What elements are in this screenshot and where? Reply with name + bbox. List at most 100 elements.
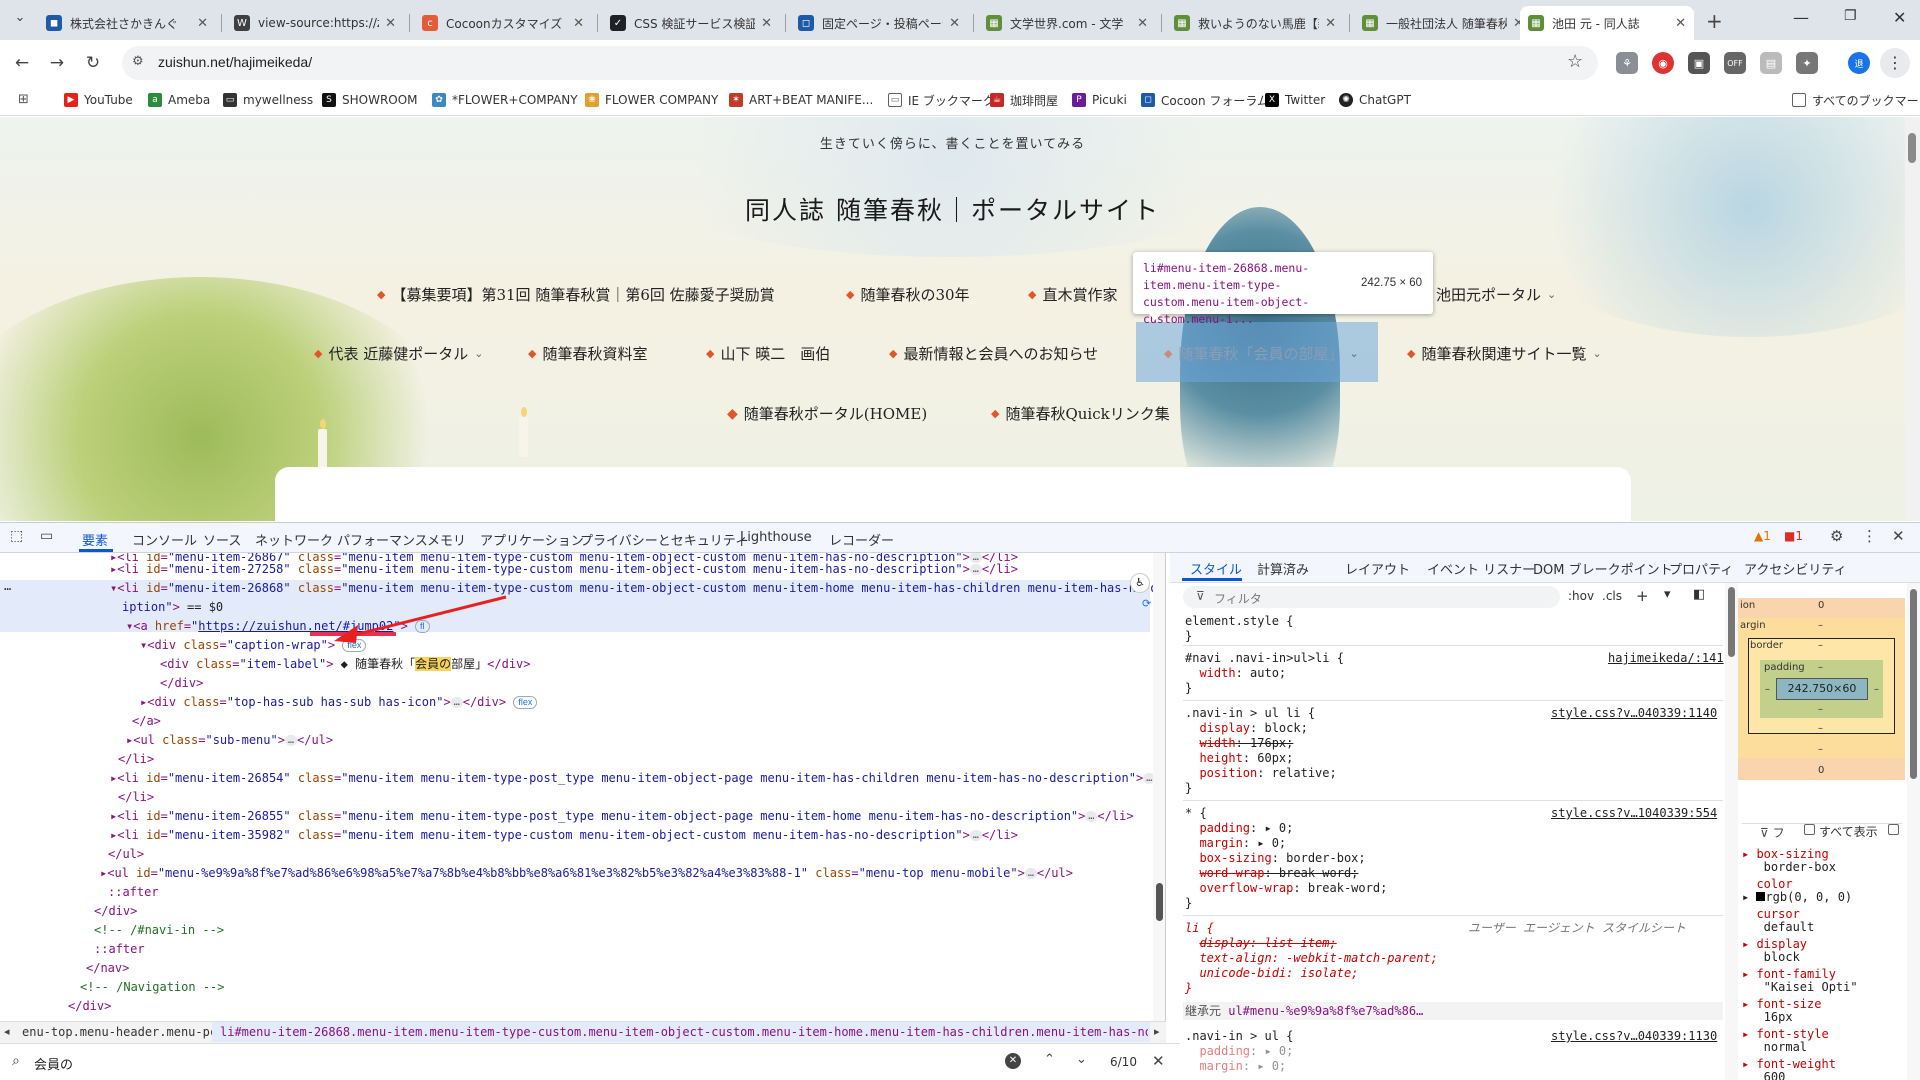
tree-node[interactable]: ▸<li id="menu-item-35982" class="menu-it… <box>110 826 1018 844</box>
computed-font-weight[interactable]: ▸ font-weight 600 <box>1742 1058 1836 1080</box>
scroll-thumb[interactable] <box>1910 589 1917 779</box>
styles-tab-listeners[interactable]: イベント リスナー <box>1427 559 1535 578</box>
restore-icon[interactable]: ❐ <box>1844 8 1857 24</box>
tree-node[interactable]: ▸<div class="top-has-sub has-sub has-ico… <box>140 693 538 711</box>
devtools-tab-recorder[interactable]: レコーダー <box>829 530 894 549</box>
bookmark-showroom[interactable]: S SHOWROOM <box>322 90 418 110</box>
bookmark-flower-company-2[interactable]: ❀ FLOWER COMPANY <box>585 90 718 110</box>
style-rule-navi[interactable]: #navi .navi-in>ul>li { width: auto; } <box>1185 651 1344 696</box>
tree-node[interactable]: ▸<li id="menu-item-27258" class="menu-it… <box>110 560 1018 578</box>
accessibility-icon[interactable]: ♿ <box>1130 573 1150 593</box>
devtools-close-icon[interactable]: ✕ <box>1892 527 1905 545</box>
tree-node[interactable]: <div class="item-label"> ◆ 随筆春秋「会員の部屋」</… <box>160 655 531 673</box>
style-rule-element[interactable]: element.style { } <box>1185 614 1293 644</box>
clear-search-icon[interactable]: ✕ <box>1005 1053 1021 1069</box>
menu-item-naoki[interactable]: ◆ 直木賞作家 <box>1028 284 1117 305</box>
crumb-scroll-right-icon[interactable]: ▸ <box>1154 1025 1160 1038</box>
menu-item-ikeda-portal[interactable]: 池田元ポータル ⌄ <box>1436 284 1556 305</box>
bookmark-chatgpt[interactable]: ✺ ChatGPT <box>1339 90 1411 110</box>
devtools-tab-application[interactable]: アプリケーション <box>480 530 584 549</box>
tab-search-icon[interactable]: ⌄ <box>8 10 32 32</box>
menu-item-archives[interactable]: ◆ 随筆春秋資料室 <box>528 343 647 364</box>
close-icon[interactable]: ✕ <box>1325 16 1336 31</box>
address-bar[interactable] <box>122 46 1598 80</box>
close-icon[interactable]: ✕ <box>197 16 208 31</box>
scroll-thumb[interactable] <box>1908 133 1916 163</box>
tree-node[interactable]: ▸<ul id="menu-%e9%9a%8f%e7%ad%86%e6%98%a… <box>100 864 1073 882</box>
menu-item-members-room[interactable]: ◆ 随筆春秋「会員の部屋」 ⌄ <box>1164 343 1359 364</box>
bookmark-flower-company[interactable]: ✿ *FLOWER+COMPANY <box>432 90 578 110</box>
extension-icon[interactable]: ⚘ <box>1616 52 1638 74</box>
paint-icon[interactable]: ▾ <box>1664 587 1671 602</box>
menu-item-news[interactable]: ◆ 最新情報と会員へのお知らせ <box>889 343 1098 364</box>
close-icon[interactable]: ✕ <box>761 16 772 31</box>
tree-node-selected[interactable]: ▾<li id="menu-item-26868" class="menu-it… <box>110 579 1158 597</box>
refresh-icon[interactable]: ⟳ <box>1142 597 1151 610</box>
computed-box-sizing[interactable]: ▸ box-sizing border-box <box>1742 848 1836 874</box>
page-scrollbar[interactable] <box>1905 117 1920 521</box>
find-previous-icon[interactable]: ⌃ <box>1044 1052 1055 1067</box>
bookmark-art-beat[interactable]: ✶ ART+BEAT MANIFE... <box>729 90 873 110</box>
find-input[interactable]: 会員の <box>34 1054 73 1073</box>
extensions-puzzle-icon[interactable]: ✦ <box>1796 52 1818 74</box>
menu-item-recruitment[interactable]: ◆ 【募集要項】第31回 随筆春秋賞｜第6回 佐藤愛子奨励賞 <box>377 284 775 305</box>
computed-display[interactable]: ▸ display block <box>1742 938 1807 964</box>
computed-color[interactable]: color ▸ rgb(0, 0, 0) <box>1742 878 1852 904</box>
hov-toggle[interactable]: :hov <box>1568 589 1594 603</box>
bookmark-ie[interactable]: ▭ IE ブックマーク <box>888 90 995 110</box>
bookmark-mywellness[interactable]: ▭ mywellness <box>223 90 313 110</box>
find-close-icon[interactable]: ✕ <box>1152 1052 1165 1070</box>
tab-7[interactable]: ▦ 一般社団法人 随筆春秋 ✕ <box>1354 6 1532 40</box>
tab-6[interactable]: ▦ 救いようのない馬鹿【新 ✕ <box>1166 6 1344 40</box>
computed-scrollbar[interactable] <box>1907 583 1920 1080</box>
bookmark-youtube[interactable]: ▶ YouTube <box>64 90 133 110</box>
styles-tab-accessibility[interactable]: アクセシビリティ <box>1744 559 1847 578</box>
styles-tab-styles[interactable]: スタイル <box>1190 559 1242 578</box>
computed-cursor[interactable]: cursor default <box>1742 908 1814 934</box>
devtools-tab-elements[interactable]: 要素 <box>82 530 108 549</box>
window-close-icon[interactable]: ✕ <box>1893 8 1906 27</box>
profile-avatar[interactable]: 退 <box>1848 52 1870 74</box>
sidebar-toggle-icon[interactable]: ◧ <box>1693 587 1705 602</box>
devtools-tab-console[interactable]: コンソール <box>132 530 197 549</box>
menu-item-home[interactable]: ◆ 随筆春秋ポータル(HOME) <box>727 403 927 424</box>
bookmark-ameba[interactable]: a Ameba <box>148 90 210 110</box>
back-icon[interactable]: ← <box>10 51 34 75</box>
apps-grid-icon[interactable]: ⊞ <box>18 92 29 107</box>
breadcrumb-selected[interactable]: li#menu-item-26868.menu-item.menu-item-t… <box>220 1025 1148 1039</box>
style-source-link[interactable]: style.css?v…040339:1130 <box>1551 1029 1717 1044</box>
new-rule-icon[interactable]: + <box>1636 587 1649 605</box>
devtools-tab-privacy[interactable]: プライバシーとセキュリティ <box>580 530 748 549</box>
tree-node[interactable]: ▸<li id="menu-item-26854" class="menu-it… <box>110 769 1156 787</box>
styles-tab-properties[interactable]: プロパティ <box>1669 559 1733 578</box>
tab-1[interactable]: Wview-source:https://zu ✕ <box>226 6 404 40</box>
styles-scrollbar[interactable] <box>1725 583 1738 1080</box>
show-all-checkbox[interactable] <box>1804 824 1815 835</box>
breadcrumb-parent[interactable]: enu-top.menu-header.menu-pc <box>22 1025 217 1039</box>
styles-tab-layout[interactable]: レイアウト <box>1345 559 1410 578</box>
tree-node[interactable]: ▸<ul class="sub-menu">… </ul> <box>126 731 333 749</box>
computed-font-family[interactable]: ▸ font-family "Kaisei Opti" <box>1742 968 1858 994</box>
tab-4[interactable]: ◻ 固定ページ・投稿ページ ✕ <box>790 6 968 40</box>
tab-0[interactable]: ◼ 株式会社さかきんぐ ✕ <box>38 6 216 40</box>
style-rule-navi-ul[interactable]: .navi-in > ul { padding: ▸ 0; margin: ▸ … <box>1185 1029 1293 1074</box>
warning-count[interactable]: ▲1 <box>1754 529 1771 543</box>
tab-5[interactable]: ▦ 文学世界.com - 文学 ✕ <box>978 6 1156 40</box>
menu-item-quicklinks[interactable]: ◆ 随筆春秋Quickリンク集 <box>991 403 1170 424</box>
url-text[interactable]: zuishun.net/hajimeikeda/ <box>158 54 312 70</box>
scroll-thumb[interactable] <box>1728 587 1735 657</box>
devtools-menu-icon[interactable]: ⋮ <box>1862 527 1877 545</box>
menu-item-related-sites[interactable]: ◆ 随筆春秋関連サイト一覧 ⌄ <box>1407 343 1602 364</box>
error-count[interactable]: ■1 <box>1784 529 1803 543</box>
devtools-tab-sources[interactable]: ソース <box>203 530 241 549</box>
all-bookmarks[interactable]: すべてのブックマーク <box>1792 90 1920 110</box>
devtools-tab-memory[interactable]: メモリ <box>427 530 466 549</box>
tree-node[interactable]: ▸<li id="menu-item-26855" class="menu-it… <box>110 807 1134 825</box>
style-source-link[interactable]: style.css?v…040339:1140 <box>1551 706 1717 721</box>
bookmark-star-icon[interactable]: ☆ <box>1567 51 1583 72</box>
settings-gear-icon[interactable]: ⚙ <box>1830 527 1843 545</box>
extension-image-icon[interactable]: ▣ <box>1688 52 1710 74</box>
scroll-thumb[interactable] <box>1156 883 1163 921</box>
crumb-scroll-left-icon[interactable]: ◂ <box>4 1025 10 1038</box>
close-icon[interactable]: ✕ <box>949 16 960 31</box>
